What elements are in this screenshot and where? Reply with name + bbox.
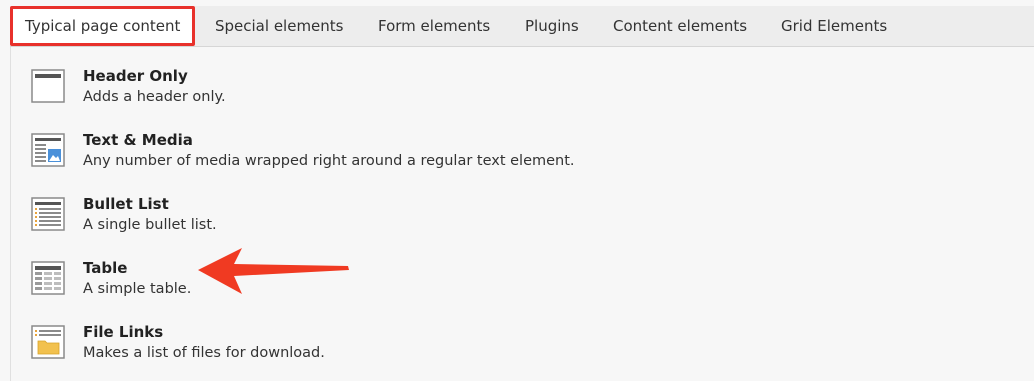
tab-panel-typical-page-content: Header Only Adds a header only. Text & M… [10, 47, 1034, 381]
tab-form-elements[interactable]: Form elements [378, 6, 490, 46]
item-title: Bullet List [83, 195, 169, 213]
list-item-table[interactable]: Table A simple table. [31, 259, 731, 311]
tab-plugins[interactable]: Plugins [525, 6, 579, 46]
item-description: Adds a header only. [83, 89, 226, 105]
item-description: A single bullet list. [83, 217, 217, 233]
bullet-list-icon [31, 197, 65, 231]
tab-content-elements[interactable]: Content elements [613, 6, 747, 46]
list-item-bullet-list[interactable]: Bullet List A single bullet list. [31, 195, 731, 247]
tab-typical-page-content[interactable]: Typical page content [10, 6, 196, 46]
text-media-icon [31, 133, 65, 167]
item-title: Header Only [83, 67, 188, 85]
header-only-icon [31, 69, 65, 103]
content-element-wizard: Typical page content Special elements Fo… [0, 0, 1034, 381]
item-description: Makes a list of files for download. [83, 345, 325, 361]
annotation-arrow-icon [198, 248, 349, 294]
file-links-icon [31, 325, 65, 359]
item-title: Table [83, 259, 128, 277]
tab-special-elements[interactable]: Special elements [215, 6, 343, 46]
item-description: A simple table. [83, 281, 192, 297]
item-title: Text & Media [83, 131, 193, 149]
tab-grid-elements[interactable]: Grid Elements [781, 6, 887, 46]
list-item-text-media[interactable]: Text & Media Any number of media wrapped… [31, 131, 731, 183]
tab-bar: Typical page content Special elements Fo… [10, 6, 1034, 47]
item-description: Any number of media wrapped right around… [83, 153, 575, 169]
item-title: File Links [83, 323, 164, 341]
list-item-header-only[interactable]: Header Only Adds a header only. [31, 67, 731, 119]
list-item-file-links[interactable]: File Links Makes a list of files for dow… [31, 323, 731, 375]
table-icon [31, 261, 65, 295]
